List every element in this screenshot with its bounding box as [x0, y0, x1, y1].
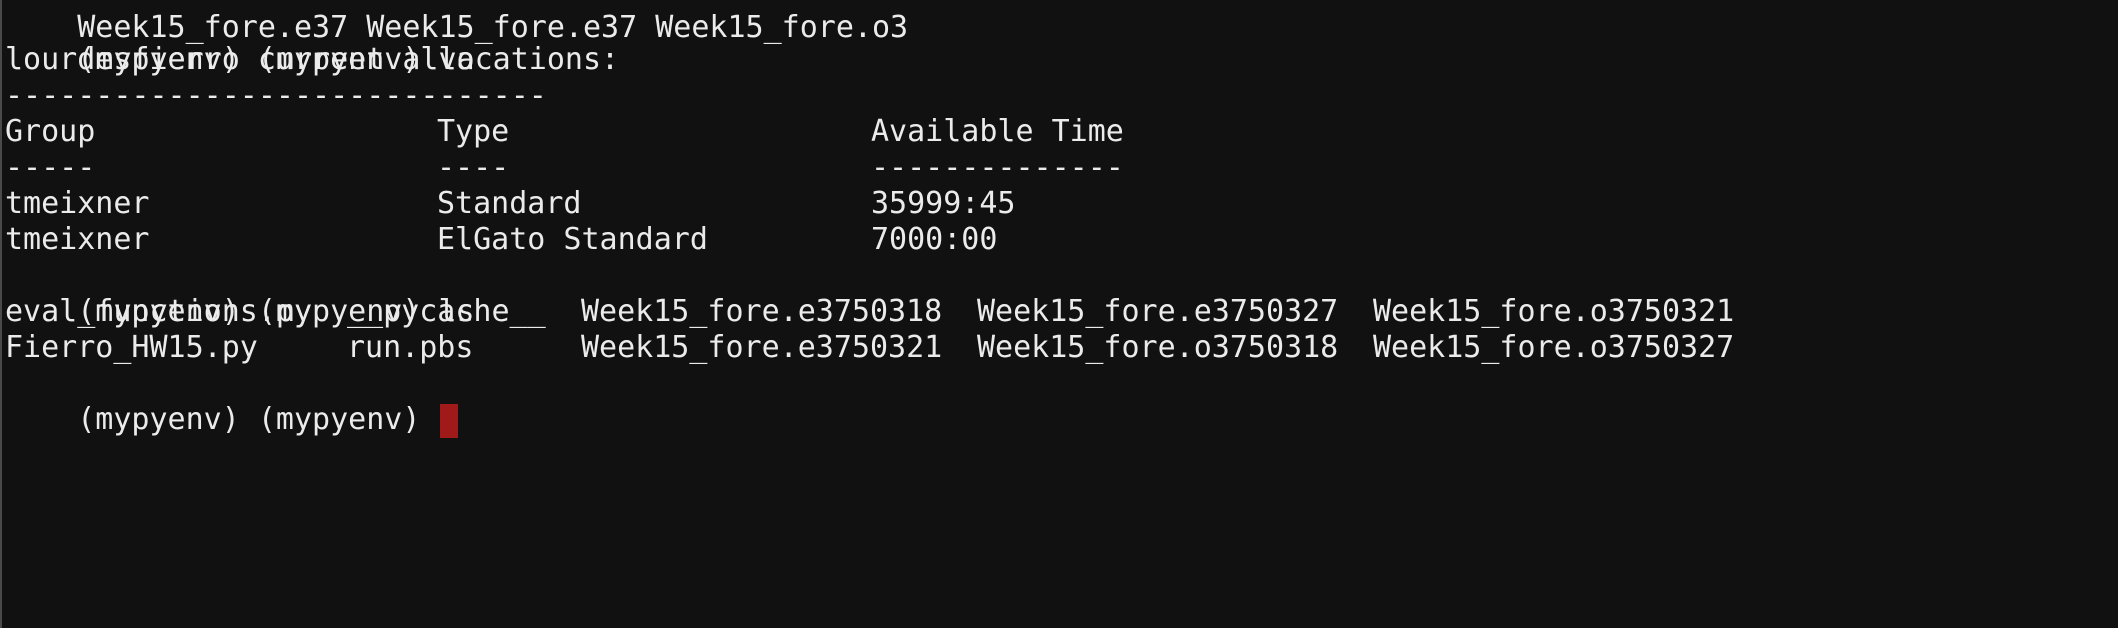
table-header-rules: ----- ---- -------------- [5, 150, 1124, 186]
title-rule: ------------------------------ [5, 78, 547, 113]
ls-output-row: eval_functions.py __pycache__ Week15_for… [5, 294, 1734, 330]
active-prompt-line[interactable]: (mypyenv) (mypyenv) [5, 366, 459, 438]
file-entry: Week15_fore.e3750327 [977, 294, 1339, 329]
prompt-line-va: (mypyenv) (mypyenv) va [5, 6, 474, 77]
file-entry: Week15_fore.e3750321 [581, 330, 943, 365]
rule-type: ---- [437, 150, 510, 185]
cell-type: Standard [437, 186, 582, 221]
table-row: tmeixner ElGato Standard 7000:00 [5, 222, 997, 258]
rule-group: ----- [5, 150, 96, 185]
header-group: Group [5, 114, 96, 149]
cell-available-time: 35999:45 [871, 186, 1016, 221]
header-available-time: Available Time [871, 114, 1124, 149]
shell-prompt: (mypyenv) (mypyenv) [77, 402, 421, 437]
directory-entry: __pycache__ [347, 294, 546, 329]
prompt-line-ls: (mypyenv) (mypyenv) ls [5, 258, 474, 329]
cell-available-time: 7000:00 [871, 222, 998, 257]
table-header-row: Group Type Available Time [5, 114, 1124, 150]
cell-group: tmeixner [5, 186, 150, 221]
file-entry: Fierro_HW15.py [5, 330, 258, 365]
file-entry: run.pbs [347, 330, 474, 365]
cell-group: tmeixner [5, 222, 150, 257]
file-entry: Week15_fore.o3750318 [977, 330, 1339, 365]
cell-type: ElGato Standard [437, 222, 708, 257]
rule-available-time: -------------- [871, 150, 1124, 185]
file-entry: Week15_fore.e3750318 [581, 294, 943, 329]
header-type: Type [437, 114, 510, 149]
ls-output-row: Fierro_HW15.py run.pbs Week15_fore.e3750… [5, 330, 1734, 366]
file-entry: Week15_fore.o3750327 [1373, 330, 1735, 365]
terminal-window[interactable]: Week15_fore.e37 Week15_fore.e37 Week15_f… [0, 0, 2118, 628]
table-row: tmeixner Standard 35999:45 [5, 186, 1016, 222]
allocations-title: lourdesfierro current allocations: [5, 42, 620, 77]
file-entry: Week15_fore.o3750321 [1373, 294, 1735, 329]
terminal-cursor[interactable] [440, 403, 459, 438]
file-entry: eval_functions.py [5, 294, 313, 329]
